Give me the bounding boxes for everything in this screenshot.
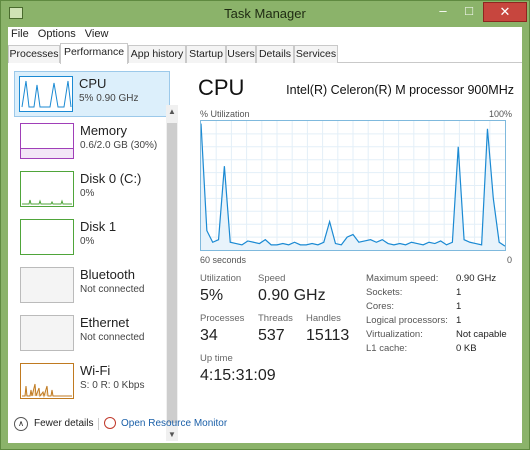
speed-label: Speed — [258, 273, 286, 284]
menu-bar: File Options View — [8, 27, 522, 43]
sidebar-item-label: Wi-Fi — [80, 363, 111, 378]
graph-zero-label: 0 — [506, 255, 512, 265]
cpu-graph-svg — [200, 121, 506, 250]
minimize-button[interactable]: – — [430, 2, 456, 22]
footer-divider — [98, 418, 99, 430]
detail-value: 0 KB — [456, 343, 477, 354]
task-manager-window: Task Manager – □ ✕ File Options View Pro… — [0, 0, 530, 450]
detail-label: L1 cache: — [366, 343, 408, 354]
tab-services[interactable]: Services — [294, 45, 338, 63]
sidebar-item-value: 5% 0.90 GHz — [79, 93, 139, 104]
maximize-button[interactable]: □ — [456, 2, 482, 22]
wifi-thumbnail-icon — [20, 363, 74, 399]
cpu-detail-pane: CPU Intel(R) Celeron(R) M processor 900M… — [194, 73, 514, 403]
menu-options[interactable]: Options — [35, 27, 79, 41]
tab-strip: Processes Performance App history Startu… — [8, 43, 522, 64]
sidebar-scrollbar[interactable]: ▲ ▼ — [166, 105, 178, 441]
detail-value: 1 — [456, 287, 462, 298]
close-button[interactable]: ✕ — [483, 2, 527, 22]
resource-sidebar: CPU 5% 0.90 GHz Memory 0.6/2.0 GB (30%) … — [10, 65, 182, 441]
title-bar[interactable]: Task Manager – □ ✕ — [1, 1, 529, 27]
menu-view[interactable]: View — [82, 27, 112, 41]
resource-monitor-icon[interactable] — [104, 417, 116, 429]
threads-label: Threads — [258, 313, 293, 324]
scroll-up-icon[interactable]: ▲ — [168, 107, 176, 116]
detail-value: 0.90 GHz — [456, 273, 497, 284]
client-area: File Options View Processes Performance … — [8, 27, 522, 443]
tab-users[interactable]: Users — [226, 45, 256, 63]
uptime-label: Up time — [200, 353, 233, 364]
sidebar-item-label: CPU — [79, 76, 107, 91]
tab-processes[interactable]: Processes — [8, 45, 60, 63]
sidebar-item-value: 0.6/2.0 GB (30%) — [80, 140, 158, 151]
sidebar-item-memory[interactable]: Memory 0.6/2.0 GB (30%) — [16, 119, 166, 165]
tab-performance[interactable]: Performance — [60, 43, 128, 64]
sidebar-item-disk0[interactable]: Disk 0 (C:) 0% — [16, 167, 166, 213]
handles-value: 15113 — [306, 327, 350, 344]
sidebar-item-label: Memory — [80, 123, 127, 138]
sidebar-item-label: Ethernet — [80, 315, 130, 330]
fewer-details-button[interactable]: Fewer details — [34, 418, 93, 429]
disk-thumbnail-icon — [20, 219, 74, 255]
cpu-heading: CPU — [198, 75, 245, 100]
detail-label: Maximum speed: — [366, 273, 439, 284]
detail-value: Not capable — [456, 329, 507, 340]
utilization-value: 5% — [200, 287, 224, 304]
sidebar-item-value: 0% — [80, 188, 95, 199]
detail-label: Logical processors: — [366, 315, 448, 326]
utilization-axis-label: % Utilization — [200, 109, 250, 119]
cpu-model: Intel(R) Celeron(R) M processor 900MHz — [286, 83, 514, 97]
cpu-utilization-graph — [200, 120, 506, 251]
open-resource-monitor-link[interactable]: Open Resource Monitor — [121, 418, 227, 429]
detail-value: 1 — [456, 315, 462, 326]
sidebar-item-value: 0% — [80, 236, 95, 247]
scrollbar-thumb[interactable] — [167, 123, 177, 423]
processes-value: 34 — [200, 327, 218, 344]
tab-details[interactable]: Details — [256, 45, 294, 63]
sidebar-item-label: Bluetooth — [80, 267, 135, 282]
threads-value: 537 — [258, 327, 285, 344]
tab-startup[interactable]: Startup — [186, 45, 226, 63]
chevron-up-icon[interactable]: ∧ — [14, 417, 28, 431]
processes-label: Processes — [200, 313, 245, 324]
sidebar-item-disk1[interactable]: Disk 1 0% — [16, 215, 166, 261]
uptime-value: 4:15:31:09 — [200, 367, 276, 384]
detail-label: Sockets: — [366, 287, 403, 298]
detail-label: Cores: — [366, 301, 394, 312]
sidebar-item-value: S: 0 R: 0 Kbps — [80, 380, 145, 391]
detail-label: Virtualization: — [366, 329, 423, 340]
disk-thumbnail-icon — [20, 171, 74, 207]
sidebar-item-bluetooth[interactable]: Bluetooth Not connected — [16, 263, 166, 309]
sidebar-item-label: Disk 1 — [80, 219, 117, 234]
sidebar-item-label: Disk 0 (C:) — [80, 171, 142, 186]
ethernet-thumbnail-icon — [20, 315, 74, 351]
sidebar-item-wifi[interactable]: Wi-Fi S: 0 R: 0 Kbps — [16, 359, 166, 405]
handles-label: Handles — [306, 313, 341, 324]
tab-app-history[interactable]: App history — [128, 45, 186, 63]
sidebar-item-cpu[interactable]: CPU 5% 0.90 GHz — [14, 71, 170, 117]
memory-thumbnail-icon — [20, 123, 74, 159]
detail-value: 1 — [456, 301, 462, 312]
speed-value: 0.90 GHz — [258, 287, 326, 304]
footer-bar: ∧ Fewer details Open Resource Monitor — [8, 409, 522, 439]
cpu-thumbnail-icon — [19, 76, 73, 112]
utilization-axis-max: 100% — [488, 109, 512, 119]
menu-file[interactable]: File — [8, 27, 32, 41]
utilization-label: Utilization — [200, 273, 242, 284]
graph-time-span: 60 seconds — [200, 255, 247, 265]
sidebar-item-value: Not connected — [80, 284, 145, 295]
sidebar-item-value: Not connected — [80, 332, 145, 343]
bluetooth-thumbnail-icon — [20, 267, 74, 303]
sidebar-item-ethernet[interactable]: Ethernet Not connected — [16, 311, 166, 357]
